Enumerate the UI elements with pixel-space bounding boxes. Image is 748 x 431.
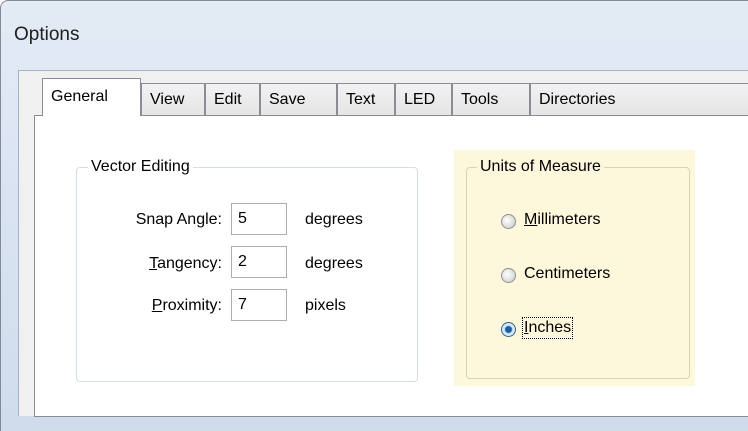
snap-angle-input[interactable]: 5 bbox=[231, 203, 287, 235]
vector-editing-title: Vector Editing bbox=[88, 158, 193, 176]
centimeters-radio[interactable] bbox=[501, 268, 516, 283]
units-of-measure-title: Units of Measure bbox=[477, 158, 604, 176]
millimeters-label[interactable]: Millimeters bbox=[524, 211, 600, 229]
tangency-label: Tangency: bbox=[149, 255, 222, 272]
inches-label[interactable]: Inches bbox=[521, 317, 574, 339]
window-title: Options bbox=[14, 24, 80, 45]
proximity-input[interactable]: 7 bbox=[231, 289, 287, 321]
tab-led[interactable]: LED bbox=[395, 83, 452, 115]
snap-angle-unit: degrees bbox=[305, 211, 363, 228]
tab-view[interactable]: View bbox=[141, 83, 205, 115]
proximity-label: Proximity: bbox=[151, 297, 222, 314]
inches-radio[interactable] bbox=[501, 322, 516, 337]
tab-tools[interactable]: Tools bbox=[452, 83, 530, 115]
centimeters-label[interactable]: Centimeters bbox=[524, 265, 610, 283]
snap-angle-label: Snap Angle: bbox=[135, 211, 222, 228]
tab-general[interactable]: General bbox=[42, 78, 141, 116]
tangency-unit: degrees bbox=[305, 255, 363, 272]
proximity-unit: pixels bbox=[305, 297, 346, 314]
tangency-input[interactable]: 2 bbox=[231, 246, 287, 278]
millimeters-radio[interactable] bbox=[501, 214, 516, 229]
tab-directories[interactable]: Directories bbox=[530, 83, 748, 115]
tab-save[interactable]: Save bbox=[260, 83, 337, 115]
tab-text[interactable]: Text bbox=[337, 83, 395, 115]
tab-edit[interactable]: Edit bbox=[205, 83, 260, 115]
